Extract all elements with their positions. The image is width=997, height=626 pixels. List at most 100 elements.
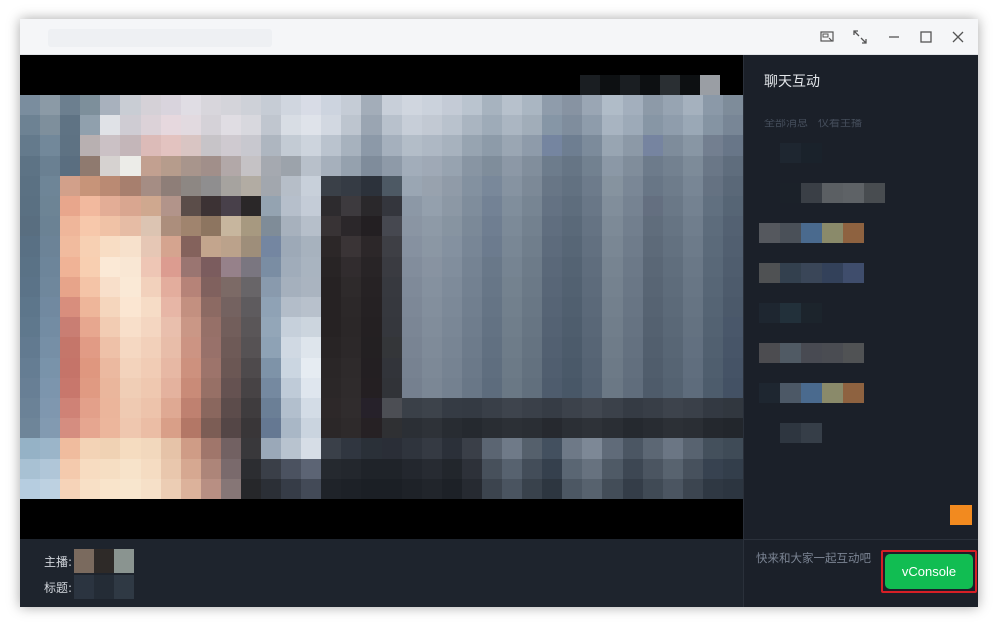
video-pixel [401, 95, 422, 116]
pixel-block [759, 343, 780, 363]
video-pixel [421, 95, 442, 116]
video-pixel [582, 155, 603, 176]
video-pixel [481, 135, 502, 156]
video-pixel [80, 155, 101, 176]
video-pixel [361, 377, 382, 398]
video-pixel [481, 276, 502, 297]
video-pixel [281, 276, 302, 297]
video-pixel [522, 155, 543, 176]
video-pixel [220, 478, 241, 499]
video-pixel [281, 377, 302, 398]
video-pixel [602, 297, 623, 318]
video-pixel [341, 276, 362, 297]
pixel-block [801, 263, 822, 283]
video-pixel [240, 236, 261, 257]
video-pixel [321, 398, 342, 419]
video-pixel [542, 317, 563, 338]
video-pixel [20, 398, 41, 419]
video-pixel [522, 236, 543, 257]
video-pixel [481, 357, 502, 378]
video-pixel [361, 196, 382, 217]
pixel-block [759, 383, 780, 403]
video-pixel [602, 155, 623, 176]
video-pixel [602, 95, 623, 116]
video-pixel [100, 337, 121, 358]
pin-window-icon[interactable] [817, 27, 837, 47]
video-pixel [160, 196, 181, 217]
pixel-block [801, 143, 822, 163]
close-icon[interactable] [948, 27, 968, 47]
video-pixel [642, 95, 663, 116]
video-pixel [461, 175, 482, 196]
title-row: 标题: [44, 575, 135, 599]
video-pixel [281, 478, 302, 499]
video-pixel [140, 297, 161, 318]
video-pixel [481, 398, 502, 419]
video-pixel [682, 398, 703, 419]
video-pixel [240, 135, 261, 156]
video-pixel [722, 418, 743, 439]
video-pixel [100, 297, 121, 318]
video-pixel [602, 458, 623, 479]
video-pixel [401, 337, 422, 358]
chat-input-field[interactable]: 快来和大家一起互动吧 [756, 550, 876, 566]
gift-badge[interactable] [950, 505, 972, 525]
stream-info-bar: 主播: 标题: [20, 539, 743, 607]
video-pixel [562, 398, 583, 419]
video-pixel [60, 175, 81, 196]
video-pixel [562, 317, 583, 338]
video-pixel [502, 175, 523, 196]
video-pixel [622, 175, 643, 196]
video-pixel [321, 317, 342, 338]
video-pixel [160, 216, 181, 237]
video-pixel [60, 256, 81, 277]
expand-icon[interactable] [850, 27, 870, 47]
video-pixel [622, 115, 643, 136]
video-pixel [180, 337, 201, 358]
video-pixel [401, 196, 422, 217]
video-pixel [441, 115, 462, 136]
video-pixel [682, 276, 703, 297]
video-pixel [220, 438, 241, 459]
video-pixel [321, 135, 342, 156]
vconsole-button[interactable]: vConsole [885, 554, 973, 589]
maximize-icon[interactable] [916, 27, 936, 47]
video-pixel [702, 135, 723, 156]
video-pixel [622, 155, 643, 176]
video-pixel [361, 337, 382, 358]
pixel-block [822, 223, 843, 243]
video-pixel [502, 478, 523, 499]
video-pixel [180, 478, 201, 499]
video-pixel [200, 297, 221, 318]
video-pixel [702, 458, 723, 479]
video-pixel [441, 276, 462, 297]
video-pixel [281, 115, 302, 136]
video-pixel [642, 216, 663, 237]
tab-all-messages[interactable]: 全部消息 [764, 119, 808, 133]
video-pixel [682, 317, 703, 338]
video-pixel [281, 297, 302, 318]
video-pixel [20, 357, 41, 378]
video-pixel [40, 256, 61, 277]
video-pixel [361, 297, 382, 318]
video-player[interactable] [20, 55, 743, 539]
tab-anchor-only[interactable]: 仅看主播 [818, 119, 862, 133]
video-pixel [481, 418, 502, 439]
video-pixel [240, 337, 261, 358]
video-pixel [261, 317, 282, 338]
video-pixel [582, 458, 603, 479]
video-pixel [421, 155, 442, 176]
video-pixel [461, 438, 482, 459]
pixel-block [822, 343, 843, 363]
minimize-icon[interactable] [884, 27, 904, 47]
video-pixel [702, 115, 723, 136]
video-pixel [220, 95, 241, 116]
video-pixel [381, 398, 402, 419]
video-pixel [140, 256, 161, 277]
video-pixel [682, 357, 703, 378]
video-pixel [602, 337, 623, 358]
video-pixel [682, 115, 703, 136]
video-pixel [321, 458, 342, 479]
pixel-block [114, 549, 135, 573]
video-pixel [140, 155, 161, 176]
